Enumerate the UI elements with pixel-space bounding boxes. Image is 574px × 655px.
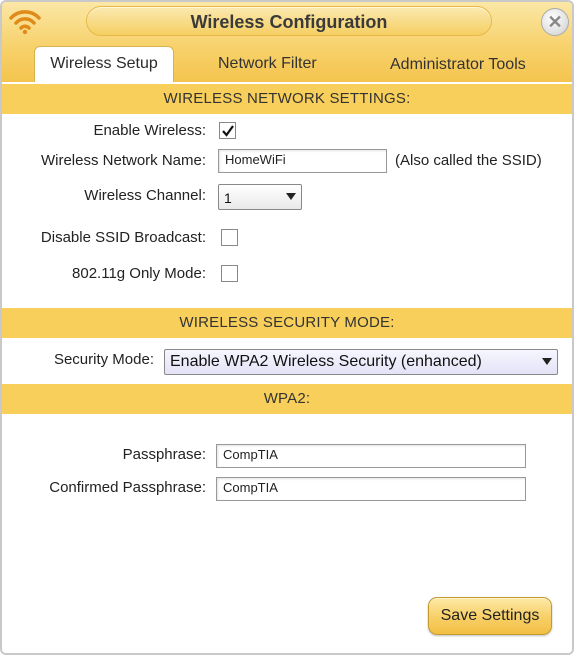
wireless-security-mode-header: WIRELESS SECURITY MODE: (2, 308, 572, 338)
wifi-signal-icon (9, 10, 41, 35)
checkmark-icon (222, 125, 234, 137)
ssid-note: (Also called the SSID) (395, 152, 542, 169)
wireless-channel-label: Wireless Channel: (84, 187, 206, 204)
wireless-setup-panel: WIRELESS NETWORK SETTINGS: Enable Wirele… (2, 82, 572, 653)
wireless-channel-select[interactable]: 1 (218, 184, 302, 210)
save-settings-button[interactable]: Save Settings (428, 597, 552, 635)
tab-wireless-setup[interactable]: Wireless Setup (34, 46, 174, 86)
passphrase-input[interactable]: CompTIA (216, 444, 526, 468)
g-only-mode-label: 802.11g Only Mode: (72, 265, 206, 282)
g-only-mode-checkbox[interactable] (221, 265, 238, 282)
tab-administrator-tools[interactable]: Administrator Tools (390, 56, 526, 74)
window-title: Wireless Configuration (190, 12, 388, 32)
title-pill: Wireless Configuration (86, 6, 492, 36)
wireless-config-window: Wireless Configuration ✕ Wireless Setup … (0, 0, 574, 655)
disable-ssid-checkbox[interactable] (221, 229, 238, 246)
enable-wireless-label: Enable Wireless: (93, 122, 206, 139)
passphrase-label: Passphrase: (122, 446, 206, 463)
security-mode-value: Enable WPA2 Wireless Security (enhanced) (170, 353, 482, 370)
title-bar: Wireless Configuration ✕ Wireless Setup … (2, 2, 572, 86)
channel-value: 1 (224, 190, 232, 206)
chevron-down-icon (542, 358, 552, 365)
wireless-network-settings-header: WIRELESS NETWORK SETTINGS: (2, 84, 572, 114)
confirm-passphrase-input[interactable]: CompTIA (216, 477, 526, 501)
wpa2-header: WPA2: (2, 384, 572, 414)
enable-wireless-checkbox[interactable] (219, 122, 236, 139)
tab-network-filter[interactable]: Network Filter (218, 55, 317, 73)
disable-ssid-label: Disable SSID Broadcast: (40, 229, 206, 246)
confirm-passphrase-label: Confirmed Passphrase: (49, 479, 206, 496)
security-mode-select[interactable]: Enable WPA2 Wireless Security (enhanced) (164, 349, 558, 375)
network-name-label: Wireless Network Name: (40, 152, 206, 169)
security-mode-label: Security Mode: (53, 351, 154, 368)
close-icon[interactable]: ✕ (541, 8, 569, 36)
network-name-input[interactable]: HomeWiFi (218, 149, 387, 173)
chevron-down-icon (286, 193, 296, 200)
